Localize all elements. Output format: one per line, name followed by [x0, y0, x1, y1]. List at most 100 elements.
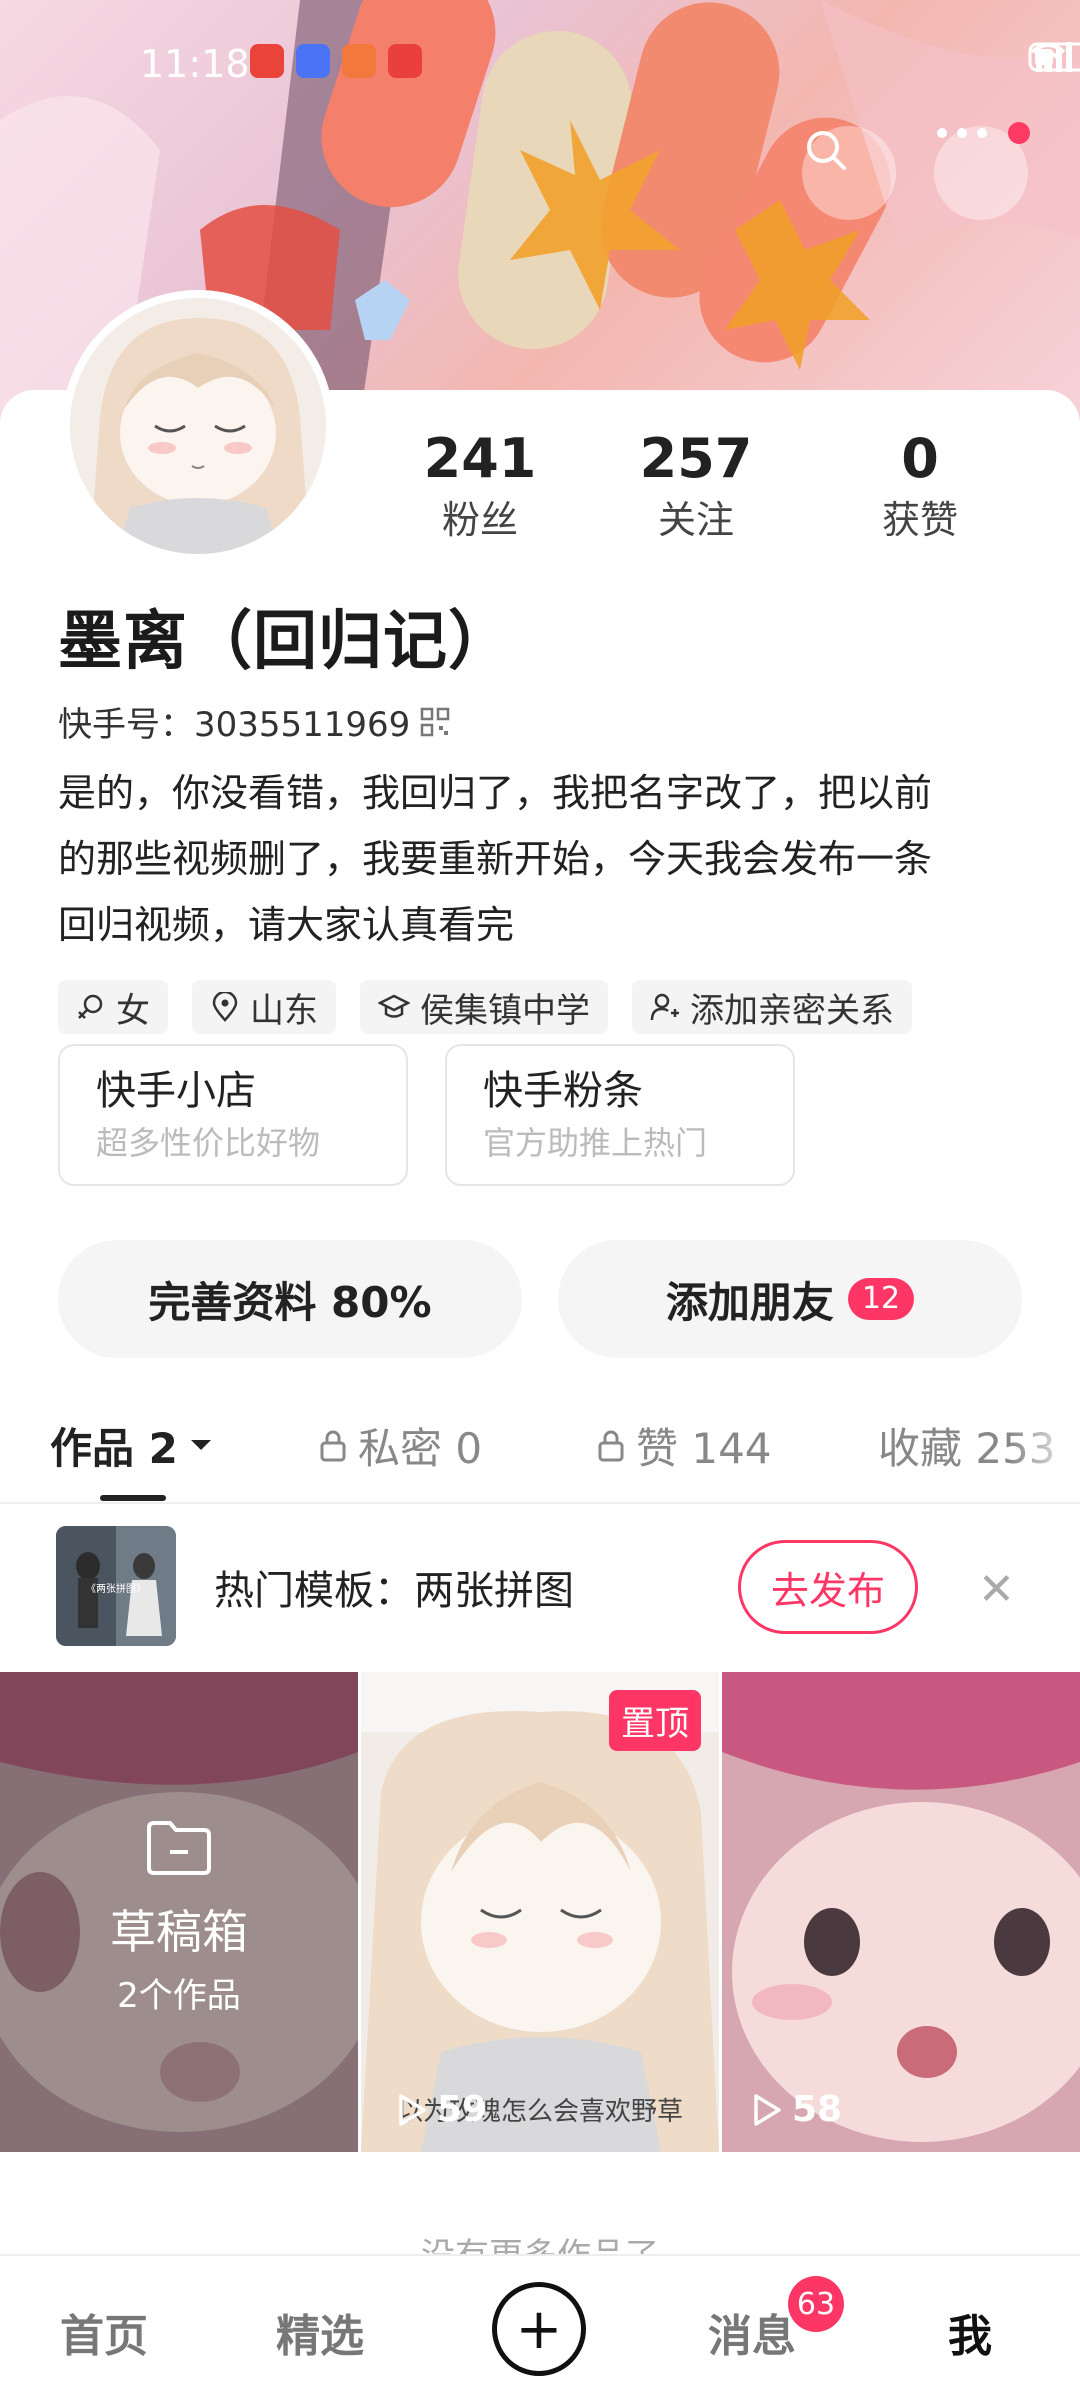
video-play-count: 58 [752, 2089, 842, 2130]
notification-dot [1008, 122, 1030, 144]
tag-label: 山东 [250, 990, 318, 1031]
search-icon [807, 131, 846, 170]
likes-count: 0 [901, 427, 939, 490]
nav-featured[interactable]: 精选 [276, 2300, 364, 2364]
drafts-label: 草稿箱 2个作品 [0, 1896, 358, 2017]
plus-icon: + [515, 2296, 563, 2362]
works-grid: 草稿箱 2个作品 置顶 以为玫瑰怎么会喜欢野草 59 58 [0, 1672, 1080, 2152]
tag-label: 侯集镇中学 [420, 990, 590, 1031]
profile-tags: 女 山东 侯集镇中学 添加亲密关系 [58, 980, 912, 1034]
tag-label: 女 [116, 990, 150, 1031]
bio-line: 是的，你没看错，我回归了，我把名字改了，把以前 [58, 771, 933, 815]
book-app-icon [388, 44, 422, 78]
add-person-icon [650, 993, 679, 1021]
shop-card[interactable]: 快手小店 超多性价比好物 [58, 1044, 408, 1186]
music-app-icon [296, 44, 330, 78]
create-button[interactable]: + [492, 2282, 586, 2376]
chevron-down-icon [190, 1440, 211, 1450]
nickname: 墨离（回归记） [58, 605, 513, 679]
shop-subtitle: 超多性价比好物 [96, 1124, 321, 1162]
play-count: 59 [437, 2089, 488, 2130]
status-bar: 11:18 [0, 0, 1080, 120]
more-options-button[interactable] [934, 122, 1030, 220]
add-friends-badge: 12 [847, 1278, 915, 1320]
add-friends-label: 添加朋友 [665, 1277, 834, 1327]
close-icon[interactable]: ✕ [978, 1564, 1015, 1615]
likes-stat[interactable]: 0 获赞 [820, 425, 1020, 547]
bio-line: 回归视频，请大家认真看完 [58, 903, 515, 947]
profile-stats: 241 粉丝 257 关注 0 获赞 [380, 425, 1020, 555]
following-stat[interactable]: 257 关注 [596, 425, 796, 547]
tab-label: 赞 144 [636, 1423, 772, 1473]
pinned-badge: 置顶 [609, 1690, 701, 1751]
video-app-icon [342, 44, 376, 78]
search-button[interactable] [802, 126, 896, 220]
followers-label: 粉丝 [441, 498, 518, 542]
drafts-cell[interactable]: 草稿箱 2个作品 [0, 1672, 358, 2152]
user-id-row[interactable]: 快手号：3035511969 [58, 697, 450, 746]
tag-location[interactable]: 山东 [192, 980, 336, 1034]
folder-icon [147, 1821, 211, 1875]
user-id: 快手号：3035511969 [58, 705, 411, 745]
publish-template-label: 去发布 [770, 1568, 885, 1613]
template-text: 热门模板：两张拼图 [214, 1568, 574, 1614]
pinned-play-count: 59 [397, 2089, 487, 2130]
more-dots-icon [937, 128, 987, 138]
promotion-subtitle: 官方助推上热门 [483, 1124, 708, 1162]
promotion-card[interactable]: 快手粉条 官方助推上热门 [445, 1044, 795, 1186]
nav-me[interactable]: 我 [948, 2300, 992, 2364]
pinned-video-cell[interactable]: 置顶 以为玫瑰怎么会喜欢野草 59 [361, 1672, 719, 2152]
play-count: 58 [792, 2089, 843, 2130]
template-banner: 《两张拼图》 热门模板：两张拼图 去发布 ✕ [0, 1504, 1080, 1670]
publish-template-button[interactable]: 去发布 [738, 1540, 918, 1634]
tag-gender[interactable]: 女 [58, 980, 168, 1034]
tab-liked[interactable]: 赞 144 [596, 1410, 772, 1480]
lock-icon [320, 1430, 346, 1462]
content-tabs: 作品 2 私密 0 赞 144 收藏 253 [0, 1410, 1080, 1501]
video-cell[interactable]: 58 [722, 1672, 1080, 2152]
following-count: 257 [639, 427, 753, 490]
gender-female-icon [78, 994, 103, 1019]
location-pin-icon [212, 992, 238, 1022]
lock-icon [598, 1430, 624, 1462]
bottom-nav: 首页 精选 + 消息 63 我 [0, 2254, 1080, 2400]
active-tab-indicator [100, 1495, 166, 1501]
complete-profile-label: 完善资料 80% [148, 1277, 432, 1327]
tag-school[interactable]: 侯集镇中学 [360, 980, 608, 1034]
add-friends-button[interactable]: 添加朋友 12 [558, 1240, 1022, 1358]
play-icon [399, 2093, 426, 2126]
followers-stat[interactable]: 241 粉丝 [380, 425, 580, 547]
complete-profile-button[interactable]: 完善资料 80% [58, 1240, 522, 1358]
template-thumb-caption: 《两张拼图》 [86, 1582, 146, 1595]
qr-code-icon[interactable] [420, 707, 450, 737]
drafts-title: 草稿箱 [110, 1905, 248, 1959]
play-icon [754, 2093, 781, 2126]
followers-count: 241 [423, 427, 537, 490]
shop-title: 快手小店 [96, 1068, 256, 1114]
huawei-app-icon [250, 44, 284, 78]
tab-label: 私密 0 [358, 1423, 483, 1473]
nav-home[interactable]: 首页 [60, 2300, 148, 2364]
status-time: 11:18 [140, 42, 250, 86]
nav-messages[interactable]: 消息 [708, 2300, 796, 2364]
avatar[interactable] [62, 290, 334, 562]
tag-label: 添加亲密关系 [690, 990, 894, 1031]
tag-add-relation[interactable]: 添加亲密关系 [632, 980, 912, 1034]
promotion-title: 快手粉条 [483, 1068, 643, 1114]
template-thumbnail: 《两张拼图》 [56, 1526, 176, 1646]
school-cap-icon [378, 994, 410, 1018]
bio-line: 的那些视频删了，我要重新开始，今天我会发布一条 [58, 837, 933, 881]
tab-label: 作品 2 [50, 1423, 178, 1473]
drafts-count: 2个作品 [117, 1976, 241, 2016]
bio: 是的，你没看错，我回归了，我把名字改了，把以前 的那些视频删了，我要重新开始，今… [58, 760, 1038, 958]
profile-screen: 11:18 241 粉丝 257 关注 0 获赞 墨离（回归记） 快手号：303… [0, 0, 1080, 2400]
following-label: 关注 [657, 498, 734, 542]
tab-private[interactable]: 私密 0 [318, 1410, 482, 1480]
template-thumbnail-image: 《两张拼图》 [56, 1526, 176, 1646]
tab-works[interactable]: 作品 2 [50, 1410, 214, 1480]
messages-badge: 63 [788, 2276, 844, 2332]
battery-icon [1028, 42, 1080, 72]
tab-fade [1010, 1410, 1080, 1480]
avatar-image [70, 298, 326, 554]
likes-label: 获赞 [881, 498, 958, 542]
